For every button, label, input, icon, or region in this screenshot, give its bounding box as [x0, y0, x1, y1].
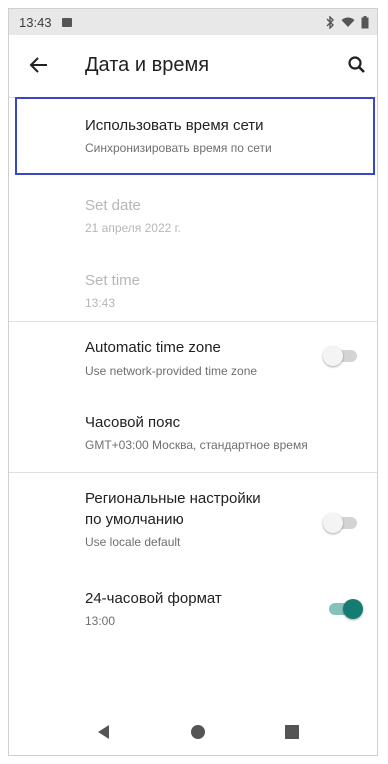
regional-defaults-item[interactable]: Региональные настройки по умолчанию Use …	[9, 473, 377, 573]
battery-icon	[361, 15, 369, 29]
item-summary: Use network-provided time zone	[85, 364, 258, 378]
item-title: Часовой пояс	[85, 414, 181, 431]
item-summary: 13:43	[85, 296, 116, 310]
item-title: 24-часовой формат	[85, 590, 222, 607]
nav-back-icon[interactable]	[95, 723, 113, 741]
item-title: Automatic time zone	[85, 339, 221, 356]
notification-icon	[61, 17, 72, 27]
app-bar: Дата и время	[9, 35, 377, 95]
format-24h-toggle[interactable]	[327, 599, 363, 619]
bluetooth-icon	[325, 15, 335, 29]
selection-highlight	[15, 97, 375, 175]
wifi-icon	[341, 17, 355, 28]
format-24h-item[interactable]: 24-часовой формат 13:00	[9, 573, 377, 643]
set-date-item: Set date 21 апреля 2022 г.	[9, 175, 377, 251]
arrow-back-icon[interactable]	[27, 53, 51, 77]
automatic-time-zone-item[interactable]: Automatic time zone Use network-provided…	[9, 322, 377, 398]
status-time: 13:43	[19, 14, 52, 30]
item-title-line1: Региональные настройки	[85, 490, 261, 507]
search-icon[interactable]	[345, 53, 369, 77]
item-summary: 13:00	[85, 614, 116, 628]
item-summary: GMT+03:00 Москва, стандартное время	[85, 438, 308, 452]
nav-home-icon[interactable]	[189, 723, 207, 741]
page-title: Дата и время	[85, 54, 210, 76]
item-title: Set date	[85, 197, 141, 214]
item-title: Set time	[85, 272, 141, 289]
time-zone-item[interactable]: Часовой пояс GMT+03:00 Москва, стандартн…	[9, 398, 377, 472]
phone-screen: 13:43 Дата и время Использовать время се…	[8, 8, 378, 756]
item-summary: 21 апреля 2022 г.	[85, 221, 181, 235]
automatic-time-zone-toggle[interactable]	[323, 346, 359, 366]
item-summary: Use locale default	[85, 535, 181, 549]
item-title-line2: по умолчанию	[85, 511, 184, 528]
nav-recents-icon[interactable]	[283, 723, 301, 741]
regional-defaults-toggle[interactable]	[323, 513, 359, 533]
set-time-item: Set time 13:43	[9, 251, 377, 319]
status-bar: 13:43	[9, 9, 377, 35]
navigation-bar	[9, 707, 377, 755]
